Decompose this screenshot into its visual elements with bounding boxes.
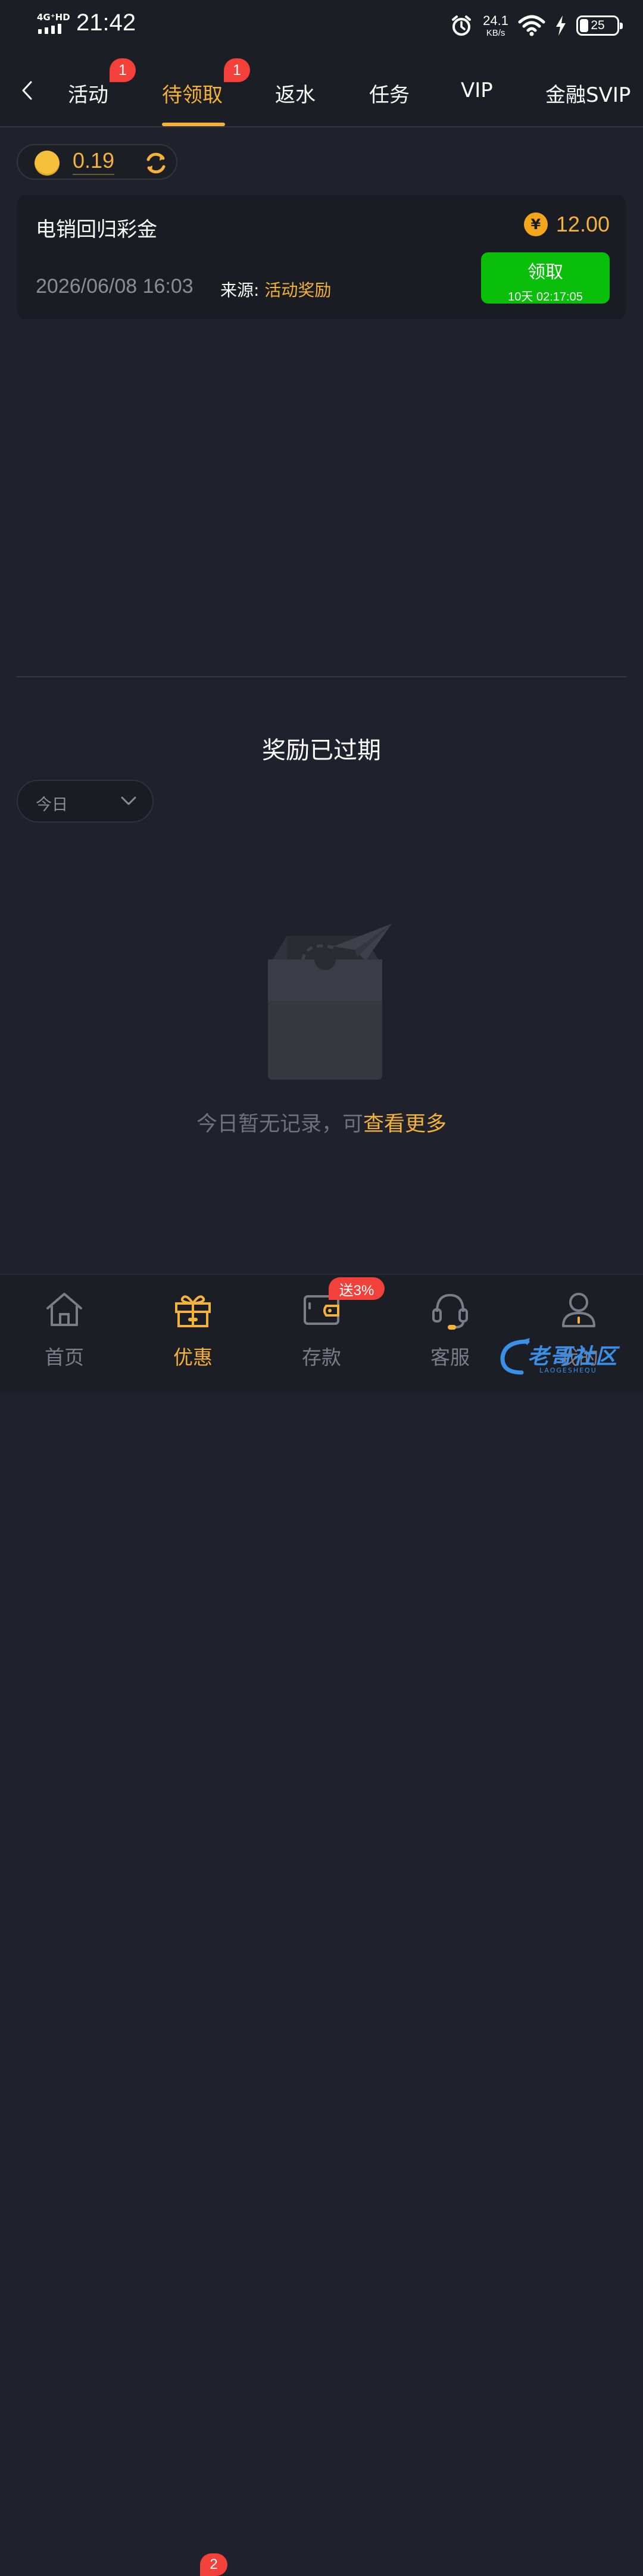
tab-rebate[interactable]: 返水 [275,79,316,108]
date-filter-value: 今日 [36,796,68,814]
claim-countdown: 10天 02:17:05 [508,290,583,304]
balance-pill: 0.19 [17,144,177,180]
tab-label: 金融SVIP [545,83,631,107]
nav-home[interactable]: 首页 [17,1288,112,1370]
notification-badge: 1 [110,58,136,82]
yen-icon: ¥ [523,212,548,236]
home-icon [46,1293,82,1326]
deposit-promo-badge: 送3% [329,1277,385,1300]
source-label: 来源: [220,280,260,300]
date-filter-dropdown[interactable]: 今日 [17,780,154,823]
notification-badge: 1 [224,58,250,82]
coin-icon [35,151,60,176]
watermark-text: 老哥社区 [527,1345,619,1369]
battery-level: 25 [591,18,605,32]
tab-pending[interactable]: 待领取 [162,79,223,108]
wifi-icon [518,15,545,36]
tab-activity[interactable]: 活动 [68,79,108,108]
active-tab-indicator [162,123,225,126]
tab-label: 待领取 [162,83,223,107]
tab-label: 任务 [369,83,410,107]
view-more-link[interactable]: 查看更多 [363,1112,447,1136]
tab-tasks[interactable]: 任务 [369,79,410,108]
user-icon [562,1293,595,1327]
watermark-subtext: LAOGESHEQU [539,1367,597,1374]
nav-promotions[interactable]: 优惠 [145,1288,241,1370]
network-type: 4G⁺HD [37,12,70,23]
empty-box-icon [268,924,392,1080]
claim-button[interactable]: 领取 10天 02:17:05 [481,252,610,304]
tab-vip[interactable]: VIP [461,79,493,102]
expired-section-title: 奖励已过期 [262,737,381,764]
network-speed: 24.1 KB/s [483,12,508,38]
status-bar: 4G⁺HD 21:42 24.1 KB/s 25 [0,0,643,52]
balance-value: 0.19 [73,149,115,175]
gift-icon [175,1295,211,1327]
cell-signal-icon: 4G⁺HD [37,12,73,36]
battery-icon: 25 [576,15,623,36]
empty-state-text: 今日暂无记录，可查看更多 [0,1107,643,1137]
reward-amount-value: 12.00 [555,212,610,236]
reward-amount: ¥ 12.00 [523,212,610,237]
empty-message: 今日暂无记录，可 [196,1112,363,1136]
tab-label: VIP [461,79,493,102]
nav-support[interactable]: 客服 [402,1288,498,1370]
watermark-logo: 老哥社区 LAOGESHEQU [498,1333,635,1381]
reward-date: 2026/06/08 16:03 [36,275,193,298]
nav-label: 优惠 [173,1346,213,1369]
clock: 21:42 [76,10,136,36]
tab-bar: 活动 1 待领取 1 返水 任务 VIP 金融SVIP [0,52,643,127]
chevron-left-icon [22,81,32,100]
claim-label: 领取 [527,262,563,283]
refresh-icon[interactable] [143,150,169,176]
nav-notification-badge: 2 [200,2553,227,2576]
headset-icon [432,1293,468,1330]
charging-icon [556,15,566,36]
tab-svip[interactable]: 金融SVIP [545,79,630,108]
section-divider [17,676,626,677]
source-value: 活动奖励 [264,280,332,300]
chevron-down-icon [121,796,136,805]
back-button[interactable] [15,79,39,102]
nav-label: 存款 [302,1346,341,1369]
nav-label: 首页 [45,1346,84,1369]
nav-label: 客服 [430,1346,470,1369]
tab-label: 活动 [68,83,108,107]
alarm-icon [452,15,472,36]
nav-deposit[interactable]: 存款 [274,1288,369,1370]
reward-card: 电销回归彩金 ¥ 12.00 2026/06/08 16:03 来源: 活动奖励… [17,195,626,319]
tab-label: 返水 [275,83,316,107]
reward-title: 电销回归彩金 [36,218,157,242]
reward-source: 来源: 活动奖励 [220,277,331,301]
